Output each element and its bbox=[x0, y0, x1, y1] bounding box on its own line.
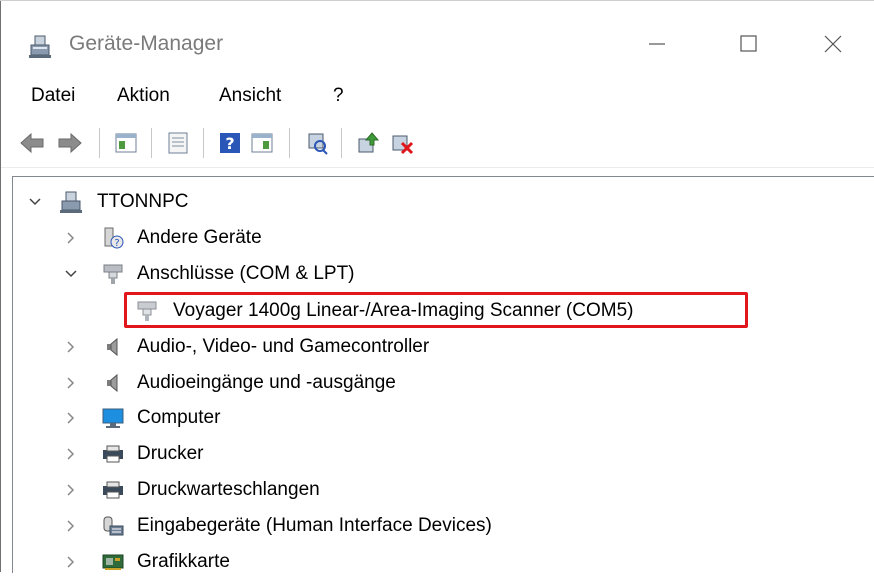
chevron-right-icon[interactable] bbox=[63, 482, 79, 498]
tree-root-row[interactable]: TTONNPC bbox=[13, 185, 313, 219]
monitor-icon bbox=[101, 406, 125, 430]
menu-datei[interactable]: Datei bbox=[27, 85, 79, 107]
maximize-button[interactable] bbox=[723, 21, 775, 67]
svg-text:?: ? bbox=[225, 134, 234, 153]
tree-node-label: Andere Geräte bbox=[137, 227, 262, 248]
minimize-icon bbox=[649, 43, 665, 45]
toolbar-separator bbox=[99, 128, 100, 158]
tree-node-audioeingaenge[interactable]: Audioeingänge und -ausgänge bbox=[13, 366, 613, 400]
chevron-right-icon[interactable] bbox=[63, 230, 79, 246]
device-manager-app-icon bbox=[27, 33, 53, 59]
port-connector-icon bbox=[101, 262, 125, 286]
back-arrow-icon bbox=[20, 132, 44, 154]
maximize-icon bbox=[740, 35, 757, 52]
tree-node-drucker[interactable]: Drucker bbox=[13, 437, 413, 471]
printer-icon bbox=[101, 442, 125, 466]
toolbar-separator bbox=[203, 128, 204, 158]
tree-node-grafikkarte[interactable]: Grafikkarte bbox=[13, 545, 413, 579]
chevron-right-icon[interactable] bbox=[63, 518, 79, 534]
help-icon: ? bbox=[220, 133, 240, 153]
uninstall-device-icon bbox=[392, 135, 414, 155]
toolbar: ? bbox=[1, 117, 874, 168]
menu-ansicht[interactable]: Ansicht bbox=[215, 85, 285, 107]
tree-node-label: Grafikkarte bbox=[137, 551, 230, 572]
computer-tower-icon bbox=[59, 190, 83, 214]
show-hide-console-tree-icon bbox=[115, 133, 137, 153]
scan-hardware-icon bbox=[308, 133, 328, 155]
tree-node-eingabegeraete[interactable]: Eingabegeräte (Human Interface Devices) bbox=[13, 509, 633, 543]
speaker-icon bbox=[101, 371, 125, 395]
tree-node-label: Drucker bbox=[137, 443, 204, 464]
back-button[interactable] bbox=[19, 130, 45, 156]
chevron-down-icon[interactable] bbox=[63, 266, 79, 282]
highlight-annotation-box bbox=[124, 292, 748, 328]
scan-hardware-button[interactable] bbox=[303, 130, 329, 156]
tree-node-andere-geraete[interactable]: ? Andere Geräte bbox=[13, 221, 413, 255]
tree-node-druckwarteschlangen[interactable]: Druckwarteschlangen bbox=[13, 473, 513, 507]
action-pane-button[interactable] bbox=[249, 130, 275, 156]
minimize-button[interactable] bbox=[631, 21, 683, 67]
forward-button[interactable] bbox=[57, 130, 83, 156]
tree-node-label: Eingabegeräte (Human Interface Devices) bbox=[137, 515, 492, 536]
menu-aktion[interactable]: Aktion bbox=[113, 85, 174, 107]
toolbar-separator bbox=[341, 128, 342, 158]
help-button[interactable]: ? bbox=[217, 130, 243, 156]
show-hide-console-tree-button[interactable] bbox=[113, 130, 139, 156]
tree-node-computer[interactable]: Computer bbox=[13, 401, 413, 435]
unknown-device-icon: ? bbox=[101, 226, 125, 250]
tree-node-label: Anschlüsse (COM & LPT) bbox=[137, 263, 355, 284]
device-manager-window: Geräte-Manager Datei Aktion Ansicht ? ? … bbox=[0, 0, 874, 573]
title-bar[interactable]: Geräte-Manager bbox=[1, 1, 874, 75]
update-driver-button[interactable] bbox=[355, 130, 381, 156]
action-pane-icon bbox=[251, 133, 273, 153]
chevron-right-icon[interactable] bbox=[63, 446, 79, 462]
properties-icon bbox=[168, 132, 188, 154]
window-title: Geräte-Manager bbox=[69, 32, 224, 55]
printer-icon bbox=[101, 478, 125, 502]
tree-node-audio-video[interactable]: Audio-, Video- und Gamecontroller bbox=[13, 330, 613, 364]
tree-node-anschluesse[interactable]: Anschlüsse (COM & LPT) bbox=[13, 257, 513, 291]
uninstall-device-button[interactable] bbox=[389, 130, 415, 156]
tree-node-label: Audioeingänge und -ausgänge bbox=[137, 372, 396, 393]
chevron-right-icon[interactable] bbox=[63, 375, 79, 391]
tree-node-label: Computer bbox=[137, 407, 221, 428]
speaker-icon bbox=[101, 335, 125, 359]
graphics-card-icon bbox=[101, 550, 125, 574]
tree-node-label: Audio-, Video- und Gamecontroller bbox=[137, 336, 430, 357]
close-button[interactable] bbox=[807, 21, 859, 67]
toolbar-separator bbox=[151, 128, 152, 158]
chevron-right-icon[interactable] bbox=[63, 410, 79, 426]
close-icon bbox=[824, 35, 842, 53]
device-tree[interactable]: TTONNPC ? Andere Geräte Anschlüsse (COM … bbox=[12, 176, 874, 573]
forward-arrow-icon bbox=[58, 132, 82, 154]
menu-bar: Datei Aktion Ansicht ? bbox=[1, 75, 874, 117]
tree-root-label: TTONNPC bbox=[97, 191, 189, 212]
chevron-right-icon[interactable] bbox=[63, 339, 79, 355]
properties-button[interactable] bbox=[165, 130, 191, 156]
chevron-right-icon[interactable] bbox=[63, 554, 79, 570]
svg-text:?: ? bbox=[114, 238, 119, 249]
menu-help[interactable]: ? bbox=[329, 85, 348, 107]
update-driver-icon bbox=[358, 132, 380, 153]
toolbar-separator bbox=[289, 128, 290, 158]
hid-device-icon bbox=[101, 514, 125, 538]
chevron-down-icon[interactable] bbox=[27, 194, 43, 210]
tree-node-label: Druckwarteschlangen bbox=[137, 479, 320, 500]
